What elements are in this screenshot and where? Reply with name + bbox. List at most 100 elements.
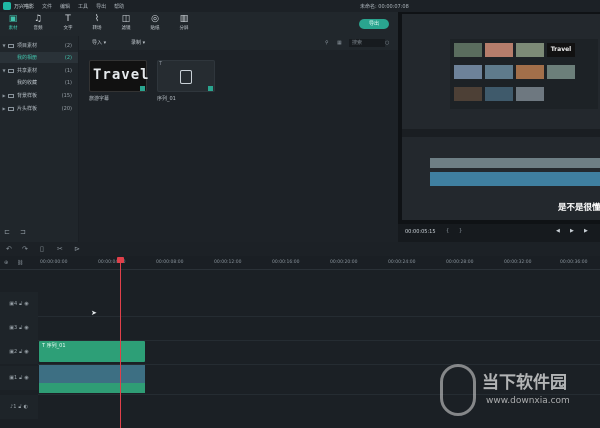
tick-2: 00:00:08:00: [156, 260, 184, 265]
sidebar-item-my-album[interactable]: 我的相册 (2): [0, 52, 78, 63]
preview-subtitle: 是不是很懂: [558, 203, 600, 213]
search-icon[interactable]: ○: [385, 39, 389, 47]
transition-icon: ⌇: [94, 14, 100, 24]
new-folder-icon[interactable]: ⊏: [4, 228, 10, 236]
track-header-3: ▣3 🔓︎ ◉: [0, 316, 38, 340]
tab-splitscreen[interactable]: ▥ 分屏: [173, 14, 195, 31]
tick-0: 00:00:00:00: [40, 260, 68, 265]
media-thumb-sequence[interactable]: T: [157, 60, 215, 92]
playhead-handle[interactable]: [117, 257, 124, 263]
folder-icon: [8, 68, 14, 73]
tick-6: 00:00:24:00: [388, 260, 416, 265]
mouse-cursor-icon: ➤: [91, 309, 97, 317]
nested-thumb: [454, 65, 482, 79]
cut-icon[interactable]: ✂: [57, 245, 63, 253]
audio-track-icon: ♪1: [10, 404, 17, 410]
nested-thumb: [485, 43, 513, 57]
mark-in-icon[interactable]: {: [446, 228, 449, 234]
nested-thumb-travel: Travel: [547, 43, 575, 57]
track-header-2: ▣2 🔓︎ ◉: [0, 340, 38, 364]
nested-thumb: [454, 87, 482, 101]
redo-icon[interactable]: ↷: [22, 245, 28, 253]
tab-audio[interactable]: ♫ 音频: [27, 14, 49, 31]
media-library-sidebar: ▼ 项目素材 (2) 我的相册 (2) ▼ 共享素材 (1) 我的收藏 (1) ▶ 背景样板(…: [0, 36, 78, 242]
lock-icon[interactable]: 🔓︎: [19, 349, 22, 355]
prev-frame-icon[interactable]: ◀: [556, 228, 560, 234]
filter-icon[interactable]: ⚲: [325, 39, 329, 47]
watermark: 当下软件园 www.downxia.com: [430, 360, 600, 428]
media-thumb-travel[interactable]: Travel: [89, 60, 149, 92]
nested-media-grid: Travel: [450, 39, 598, 109]
track-type-icon: ▣1: [9, 375, 18, 381]
tab-media[interactable]: ▣ 素材: [2, 14, 24, 31]
menu-file[interactable]: 文件: [42, 3, 52, 10]
lock-icon[interactable]: 🔓︎: [18, 404, 21, 410]
split-icon[interactable]: ⊳: [74, 245, 80, 253]
text-icon: T: [65, 14, 71, 24]
menu-help[interactable]: 帮助: [114, 3, 124, 10]
visibility-icon[interactable]: ◉: [24, 349, 28, 355]
next-frame-icon[interactable]: ▶: [584, 228, 588, 234]
playhead-line[interactable]: [120, 257, 121, 428]
lock-icon[interactable]: 🔓︎: [19, 375, 22, 381]
grid-view-icon[interactable]: ▦: [337, 39, 342, 47]
nested-thumb: [516, 43, 544, 57]
export-button[interactable]: 导出: [359, 19, 389, 29]
expand-icon: ▼: [2, 68, 6, 73]
record-dropdown[interactable]: 录制 ▾: [131, 39, 145, 47]
lock-icon[interactable]: 🔓︎: [19, 325, 22, 331]
timeline-clip-video[interactable]: [39, 365, 145, 383]
menu-edit[interactable]: 编辑: [60, 3, 70, 10]
watermark-brand: 当下软件园: [482, 373, 567, 393]
nested-thumb: [516, 65, 544, 79]
tick-3: 00:00:12:00: [214, 260, 242, 265]
nested-thumb: [454, 43, 482, 57]
sidebar-item-intro[interactable]: ▶ 片头样板 (20): [0, 103, 78, 114]
splitscreen-icon: ▥: [179, 14, 189, 24]
play-icon[interactable]: ▶: [570, 228, 574, 234]
add-track-icon[interactable]: ⊕: [4, 260, 8, 266]
tab-filter[interactable]: ◫ 滤镜: [115, 14, 137, 31]
undo-icon[interactable]: ↶: [6, 245, 12, 253]
visibility-icon[interactable]: ◉: [24, 375, 28, 381]
track-type-icon: ▣4: [9, 301, 18, 307]
watermark-url: www.downxia.com: [486, 396, 570, 406]
text-icon: T: [159, 61, 163, 67]
folder-icon: [8, 106, 14, 111]
sidebar-item-favorites[interactable]: 我的收藏 (1): [0, 77, 78, 88]
tick-5: 00:00:20:00: [330, 260, 358, 265]
app-logo-icon: [3, 2, 11, 10]
sidebar-item-background[interactable]: ▶ 背景样板 (15): [0, 90, 78, 101]
tick-9: 00:00:36:00: [560, 260, 588, 265]
link-icon[interactable]: ⛓: [17, 260, 23, 266]
delete-icon[interactable]: ▯: [40, 245, 44, 253]
mark-out-icon[interactable]: }: [459, 228, 462, 234]
lock-icon[interactable]: 🔓︎: [19, 301, 22, 307]
visibility-icon[interactable]: ◉: [24, 301, 28, 307]
mute-icon[interactable]: ◐: [24, 404, 28, 410]
tab-text[interactable]: T 文字: [57, 14, 79, 31]
tab-transition[interactable]: ⌇ 转场: [86, 14, 108, 31]
nested-thumb: [485, 87, 513, 101]
nested-track-video: [430, 172, 600, 186]
watermark-logo-icon: [440, 364, 476, 416]
tick-8: 00:00:32:00: [504, 260, 532, 265]
sidebar-item-project-media[interactable]: ▼ 项目素材 (2): [0, 40, 78, 51]
open-folder-icon[interactable]: ⊐: [20, 228, 26, 236]
search-input[interactable]: 搜索: [349, 39, 385, 47]
preview-screen: Travel 是不是很懂: [402, 14, 600, 220]
nested-thumb: [485, 65, 513, 79]
expand-icon: ▶: [2, 93, 6, 98]
menu-tools[interactable]: 工具: [78, 3, 88, 10]
visibility-icon[interactable]: ◉: [24, 325, 28, 331]
tab-sticker[interactable]: ◎ 贴纸: [144, 14, 166, 31]
sidebar-item-shared-media[interactable]: ▼ 共享素材 (1): [0, 65, 78, 76]
expand-icon: ▼: [2, 43, 6, 48]
timeline-clip-title[interactable]: T 序列_01: [39, 341, 145, 362]
document-icon: [180, 70, 192, 84]
playback-time: 00:00:05:15: [405, 229, 436, 235]
menu-export[interactable]: 导出: [96, 3, 106, 10]
nested-thumb: [547, 65, 575, 79]
added-check-icon: [208, 86, 213, 91]
import-dropdown[interactable]: 导入 ▾: [92, 39, 106, 47]
